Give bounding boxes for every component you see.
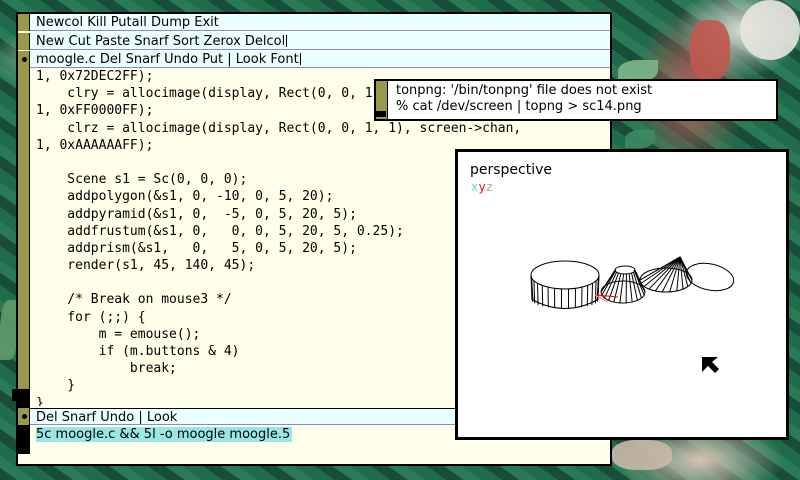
tonpng-scroll-thumb[interactable] (376, 111, 386, 117)
wireframe-edge (640, 256, 681, 284)
column-gutter[interactable] (18, 14, 30, 31)
perspective-window[interactable]: perspective xyz (455, 149, 789, 440)
window-resize-box[interactable] (18, 389, 30, 409)
scene-axis-y (595, 294, 619, 298)
command-selection[interactable]: 5c moogle.c && 5l -o moogle moogle.5 (36, 427, 293, 442)
wallpaper-leaf (612, 440, 672, 470)
window-tag-gutter[interactable] (18, 33, 30, 50)
wireframe-edge (591, 283, 594, 305)
file-scrollbar[interactable] (12, 51, 30, 407)
bottom-tag-gutter[interactable] (18, 408, 30, 425)
column-tag-text[interactable]: Newcol Kill Putall Dump Exit (36, 15, 219, 30)
file-tag[interactable]: moogle.c Del Snarf Undo Put | Look Font (18, 51, 610, 68)
arrow-cursor-icon (702, 357, 719, 373)
scene-prism (530, 260, 600, 290)
text-cursor (286, 35, 288, 47)
command-line[interactable]: 5c moogle.c && 5l -o moogle moogle.5 (36, 427, 293, 443)
wallpaper-flower (690, 20, 730, 80)
tonpng-error-line: tonpng: '/bin/tonpng' file does not exis… (396, 83, 653, 98)
wireframe-edge (619, 273, 625, 303)
file-tag-text[interactable]: moogle.c Del Snarf Undo Put | Look Font (36, 52, 299, 67)
window-tag[interactable]: New Cut Paste Snarf Sort Zerox Delcol (18, 33, 610, 50)
tonpng-command-line[interactable]: % cat /dev/screen | topng > sc14.png (396, 99, 642, 115)
wireframe-edge (628, 273, 633, 303)
wireframe-edge (613, 273, 622, 303)
tonpng-window: tonpng: '/bin/tonpng' file does not exis… (374, 79, 778, 121)
code-line[interactable]: clrz = allocimage(display, Rect(0, 0, 1,… (36, 120, 606, 137)
window-tag-text[interactable]: New Cut Paste Snarf Sort Zerox Delcol (36, 34, 285, 49)
wireframe-edge (536, 283, 539, 305)
scene-render (530, 256, 735, 373)
dirty-indicator-icon (22, 414, 27, 419)
column-tag[interactable]: Newcol Kill Putall Dump Exit (18, 14, 610, 31)
wallpaper-leaf (625, 130, 655, 148)
text-cursor (299, 53, 301, 65)
bottom-window-tag-text[interactable]: Del Snarf Undo | Look (36, 410, 177, 424)
wireframe-edge (601, 270, 616, 296)
wallpaper-flower (740, 0, 800, 60)
tonpng-scrollbar[interactable] (376, 81, 388, 119)
bottom-scrollbar[interactable] (18, 425, 30, 454)
dirty-indicator-icon (22, 57, 27, 62)
